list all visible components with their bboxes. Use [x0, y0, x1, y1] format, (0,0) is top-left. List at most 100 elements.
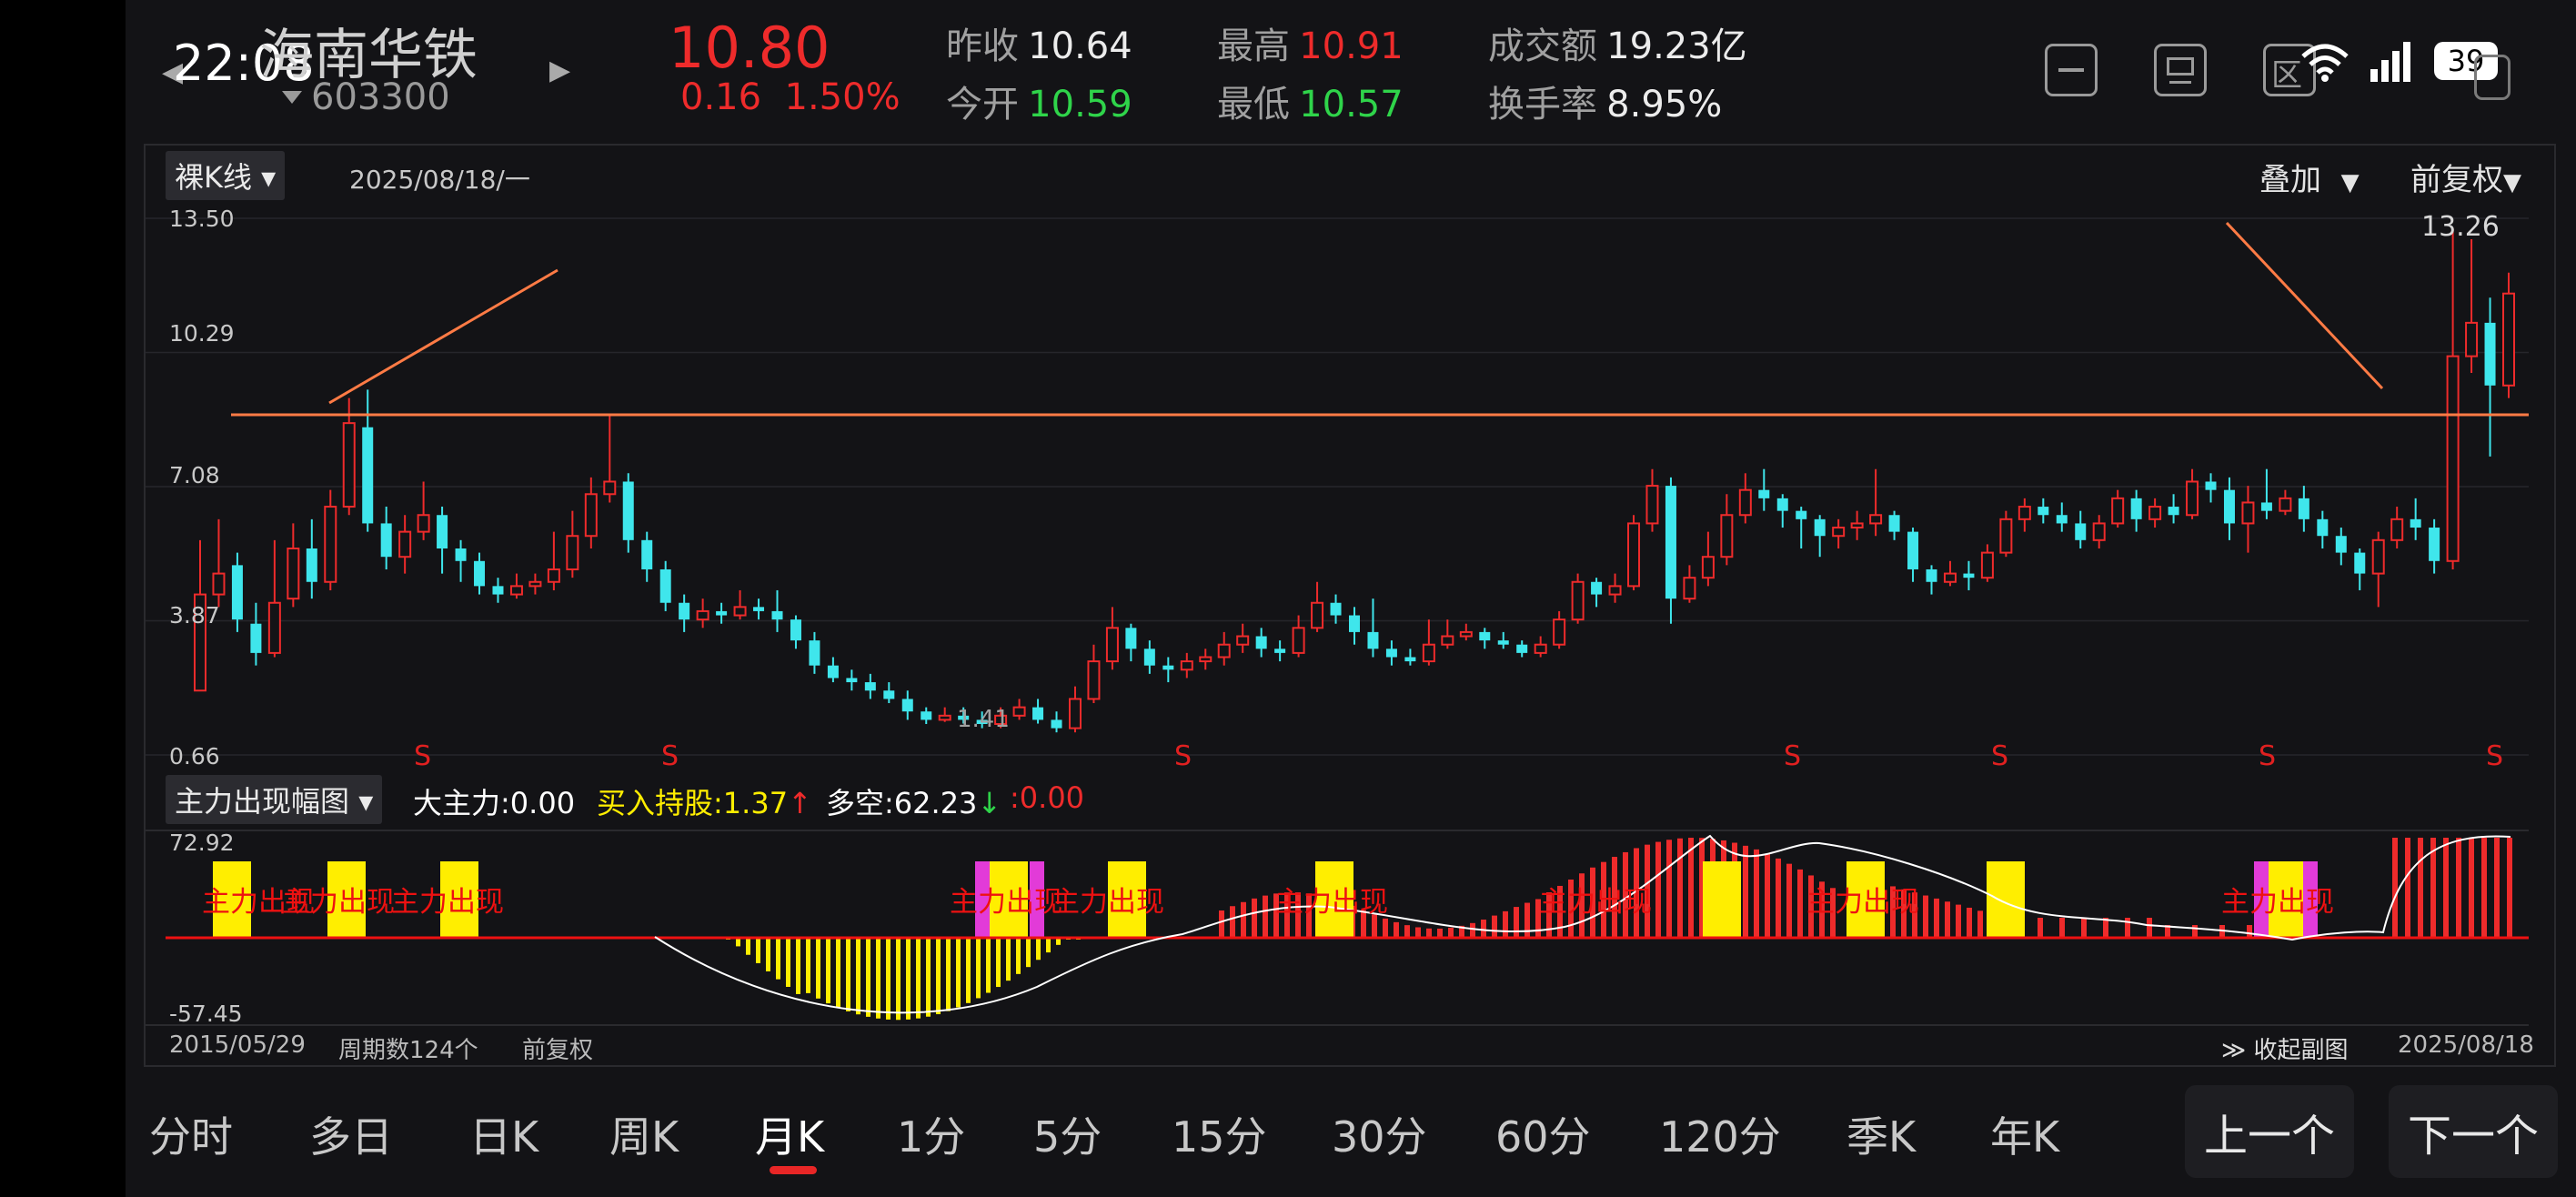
- candle: [938, 707, 951, 722]
- tab-daily[interactable]: 日K: [469, 1104, 538, 1164]
- indicator-bar-negative: [836, 938, 840, 1008]
- indicator-bar-negative: [796, 938, 800, 994]
- candle: [2317, 510, 2329, 549]
- event-label: 主力出现: [391, 886, 504, 919]
- trend-line: [2225, 221, 2384, 390]
- next-stock-button[interactable]: 下一个: [2389, 1085, 2558, 1178]
- indicator-bar-negative: [976, 938, 981, 999]
- adjust-dropdown[interactable]: 前复权▼: [2410, 155, 2521, 199]
- indicator-bar-negative: [816, 938, 820, 999]
- candle: [1068, 686, 1082, 733]
- candle: [380, 507, 392, 569]
- candle: [1255, 628, 1267, 658]
- overlay-dropdown[interactable]: 叠加 ▼: [2259, 155, 2360, 199]
- indicator-bar-negative: [776, 938, 780, 980]
- side-panel-icon[interactable]: [2474, 55, 2511, 100]
- indicator-bar-positive: [1956, 904, 1961, 938]
- candle: [603, 414, 617, 503]
- candle: [1349, 607, 1360, 645]
- candle: [1980, 544, 1994, 582]
- event-label: 主力出现: [1275, 886, 1388, 919]
- low-label: 最低: [1217, 84, 1290, 126]
- indicator-dropdown[interactable]: 主力出现幅图 ▾: [166, 775, 383, 824]
- candle: [2260, 468, 2272, 519]
- indicator-bar-positive: [2192, 925, 2198, 938]
- prev-close: 昨收 10.64: [946, 16, 1132, 69]
- y-tick-0: 13.50: [169, 206, 235, 232]
- big-main-number: 0.00: [509, 786, 576, 820]
- indicator-bar-positive: [1503, 910, 1508, 938]
- y-tick-4: 0.66: [169, 743, 220, 770]
- screen-icon[interactable]: [2154, 44, 2207, 96]
- buy-hold-number: 1.37: [722, 786, 789, 820]
- kline-type-label: 裸K线: [175, 160, 252, 195]
- event-block: [1987, 861, 2025, 938]
- candle: [1999, 510, 2013, 558]
- indicator-bar-positive: [1383, 918, 1388, 938]
- s-marker: S: [1784, 740, 1802, 772]
- forward-arrow-icon[interactable]: ▶: [549, 55, 570, 86]
- tab-30min[interactable]: 30分: [1332, 1104, 1427, 1164]
- candle: [2390, 507, 2404, 549]
- candle: [2371, 531, 2385, 608]
- tab-multi-day[interactable]: 多日: [309, 1104, 393, 1164]
- candle: [2410, 498, 2421, 540]
- indicator-bar-negative: [986, 938, 991, 993]
- indicator-bar-negative: [926, 938, 931, 1017]
- candle: [1645, 468, 1659, 532]
- tab-weekly[interactable]: 周K: [609, 1104, 679, 1164]
- kline-type-dropdown[interactable]: 裸K线 ▾: [166, 151, 286, 200]
- collapse-subchart-button[interactable]: ≫ 收起副图: [2221, 1031, 2349, 1065]
- candle: [846, 669, 858, 691]
- indicator-bar-negative: [786, 938, 790, 987]
- tab-1min[interactable]: 1分: [897, 1104, 965, 1164]
- candle: [733, 589, 747, 620]
- tab-15min[interactable]: 15分: [1172, 1104, 1267, 1164]
- tab-5min[interactable]: 5分: [1033, 1104, 1102, 1164]
- s-marker: S: [661, 740, 679, 772]
- indicator-bar-positive: [1743, 845, 1748, 938]
- tab-yearly[interactable]: 年K: [1990, 1104, 2059, 1164]
- prev-stock-button[interactable]: 上一个: [2185, 1085, 2354, 1178]
- candle: [1367, 598, 1379, 658]
- indicator-bar-positive: [1230, 906, 1235, 938]
- stock-code[interactable]: 603300: [311, 76, 450, 118]
- collapse-icon: ≫: [2221, 1037, 2247, 1064]
- indicator-bar-negative: [826, 938, 830, 1004]
- tab-60min[interactable]: 60分: [1495, 1104, 1591, 1164]
- y-tick-1: 10.29: [169, 320, 235, 347]
- indicator-bar-negative: [916, 938, 921, 1019]
- candle: [641, 531, 653, 582]
- candle: [901, 690, 913, 720]
- candle: [1869, 468, 1883, 537]
- candle: [474, 552, 486, 595]
- tab-quarterly[interactable]: 季K: [1846, 1104, 1916, 1164]
- tab-120min[interactable]: 120分: [1659, 1104, 1781, 1164]
- indicator-bar-negative: [766, 938, 770, 971]
- event-label: 主力出现: [1806, 886, 1919, 919]
- candle: [528, 573, 542, 595]
- indicator-bar-positive: [1470, 922, 1475, 938]
- indicator-bar-negative: [886, 938, 891, 1020]
- indicator-bar-positive: [1241, 901, 1246, 938]
- candle: [2241, 486, 2255, 553]
- minimize-icon[interactable]: [2045, 44, 2098, 96]
- candle: [1608, 573, 1622, 603]
- candle: [1404, 649, 1416, 666]
- tab-timeshare[interactable]: 分时: [149, 1104, 233, 1164]
- candle: [1143, 640, 1155, 674]
- collapse-label: 收起副图: [2253, 1037, 2349, 1064]
- indicator-bar-positive: [1923, 895, 1928, 938]
- indicator-bar-negative: [906, 938, 911, 1020]
- candle: [509, 573, 523, 599]
- down-arrow-icon: ↓: [977, 786, 1002, 820]
- candle: [324, 489, 337, 590]
- candle: [2429, 518, 2440, 574]
- tab-monthly[interactable]: 月K: [755, 1104, 824, 1164]
- indicator-bar-positive: [1415, 927, 1421, 938]
- indicator-chart[interactable]: [146, 823, 2529, 1032]
- candlestick-chart[interactable]: [146, 205, 2529, 769]
- candle: [1385, 640, 1397, 666]
- code-dropdown-icon[interactable]: [282, 91, 302, 104]
- indicator-bar-positive: [2494, 838, 2500, 938]
